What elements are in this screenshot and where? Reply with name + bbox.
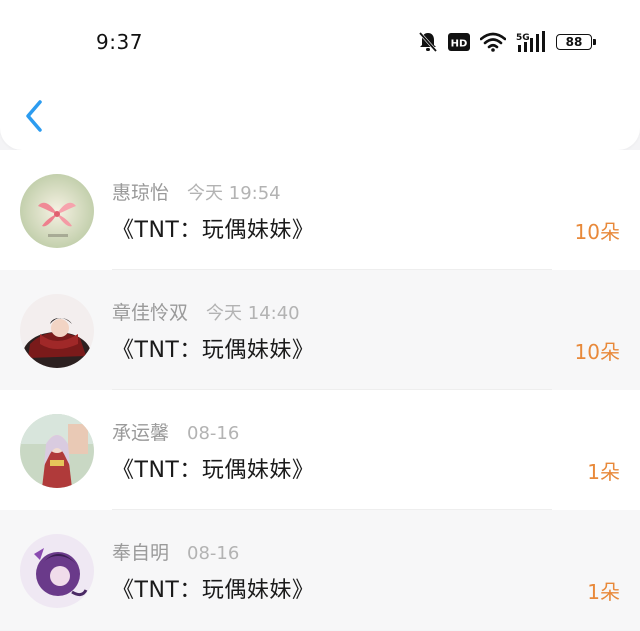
gift-time: 今天 19:54 xyxy=(187,183,281,204)
status-icons: HD 5G 88 xyxy=(418,31,596,53)
network-label: 5G xyxy=(516,33,530,43)
flower-count: 10朵 xyxy=(574,220,620,244)
flower-count: 1朵 xyxy=(587,460,620,484)
row-meta: 奉自明 08-16 xyxy=(112,538,239,565)
row-meta: 章佳怜双 今天 14:40 xyxy=(112,298,300,325)
list-item[interactable]: 惠琼怡 今天 19:54 《TNT：玩偶妹妹》 10朵 xyxy=(0,150,640,270)
chevron-left-icon xyxy=(26,100,42,132)
gift-time: 今天 14:40 xyxy=(206,303,300,324)
gift-time: 08-16 xyxy=(187,423,240,444)
wifi-icon xyxy=(480,32,506,52)
list-item[interactable]: 承运馨 08-16 《TNT：玩偶妹妹》 1朵 xyxy=(0,390,640,510)
sender-name: 承运馨 xyxy=(112,422,170,444)
gift-list: 惠琼怡 今天 19:54 《TNT：玩偶妹妹》 10朵 章佳怜双 今天 14:4… xyxy=(0,150,640,631)
sender-name: 章佳怜双 xyxy=(112,302,189,324)
bell-muted-icon xyxy=(418,31,438,53)
book-title: 《TNT：玩偶妹妹》 xyxy=(112,458,315,483)
row-meta: 惠琼怡 今天 19:54 xyxy=(112,178,281,205)
top-header: 9:37 HD 5G 88 xyxy=(0,0,640,150)
avatar[interactable] xyxy=(20,414,94,488)
avatar[interactable] xyxy=(20,294,94,368)
flower-count: 10朵 xyxy=(574,340,620,364)
status-bar: 9:37 HD 5G 88 xyxy=(0,0,640,84)
book-title: 《TNT：玩偶妹妹》 xyxy=(112,578,315,603)
avatar[interactable] xyxy=(20,534,94,608)
hd-label: HD xyxy=(451,39,468,50)
sender-name: 惠琼怡 xyxy=(112,182,170,204)
status-time: 9:37 xyxy=(96,30,143,54)
book-title: 《TNT：玩偶妹妹》 xyxy=(112,338,315,363)
list-item[interactable]: 奉自明 08-16 《TNT：玩偶妹妹》 1朵 xyxy=(0,510,640,630)
hd-icon: HD xyxy=(448,33,470,51)
book-title: 《TNT：玩偶妹妹》 xyxy=(112,218,315,243)
signal-5g-icon: 5G xyxy=(516,31,546,53)
back-button[interactable] xyxy=(20,96,52,136)
gift-time: 08-16 xyxy=(187,543,240,564)
list-item[interactable]: 章佳怜双 今天 14:40 《TNT：玩偶妹妹》 10朵 xyxy=(0,270,640,390)
flower-count: 1朵 xyxy=(587,580,620,604)
sender-name: 奉自明 xyxy=(112,542,170,564)
row-meta: 承运馨 08-16 xyxy=(112,418,239,445)
avatar[interactable] xyxy=(20,174,94,248)
battery-indicator: 88 xyxy=(556,34,596,50)
